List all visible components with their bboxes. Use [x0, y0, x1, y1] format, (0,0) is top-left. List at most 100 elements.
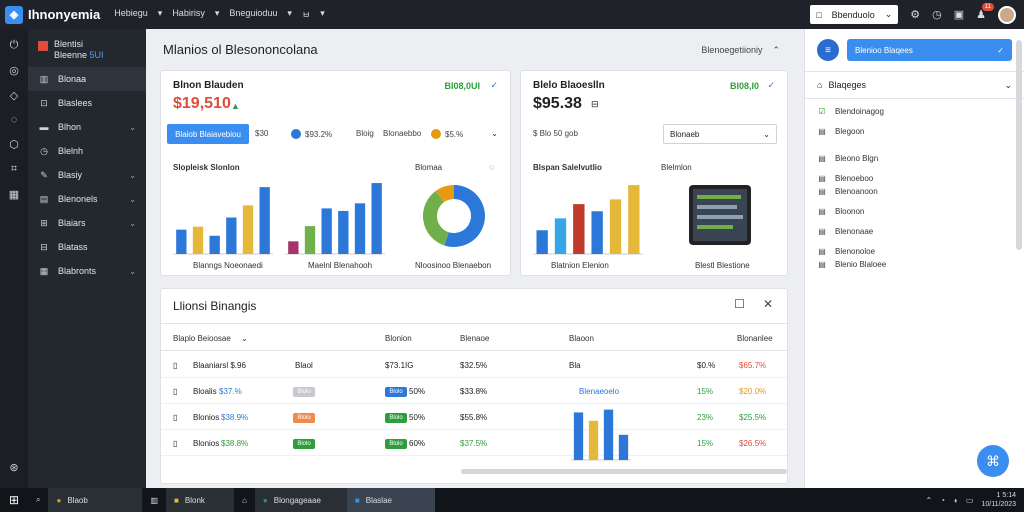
column-header[interactable]: Blaplo Beioosae [173, 334, 231, 343]
settings-icon[interactable]: ⚙ [910, 8, 920, 21]
table-row[interactable]: ▯ Blaaniarsl $.96 Blaol $73.1IG $32.5% B… [161, 352, 787, 378]
panel-item[interactable]: ▤ Blenonaae [805, 227, 885, 236]
table-row[interactable]: ▯ Bloalis $37.% Blolo Blolo 50% $33.8% B… [161, 378, 787, 404]
chip[interactable]: $5.% [431, 129, 463, 139]
taskbar-item-1[interactable]: ● Blaob [48, 488, 143, 512]
panel-item[interactable]: ▤ Blenonoloe [805, 247, 887, 256]
battery-icon[interactable]: ▭ [966, 496, 974, 505]
bar[interactable] [242, 205, 254, 254]
chart-icon[interactable]: ⌗ [11, 163, 17, 176]
chevron-down-icon[interactable]: ▾ [320, 8, 325, 21]
taskbar-item-4[interactable]: ■ Blaslae [346, 488, 435, 512]
gem-icon[interactable]: ◇ [10, 89, 18, 102]
card-action-button[interactable]: Blaiob Blaiavebiou [167, 124, 249, 144]
bar[interactable] [618, 434, 629, 460]
chevron-down-icon[interactable]: ⌄ [491, 129, 498, 138]
panel-item[interactable]: ▤ Bloonon [805, 207, 876, 216]
menu-item-2[interactable]: Habirisy [172, 8, 205, 21]
bar[interactable] [354, 203, 366, 254]
panel-scrollbar[interactable] [1016, 40, 1022, 250]
chip[interactable]: $93.2% [291, 129, 332, 139]
column-header[interactable]: Blonanlee [737, 334, 773, 343]
taskbar-item-2[interactable]: ■ Blonk [166, 488, 235, 512]
bar[interactable] [591, 211, 603, 254]
avatar[interactable] [998, 5, 1016, 24]
panel-item[interactable]: ▤ Blenoanoon [805, 187, 890, 196]
help-icon[interactable]: ⊛ [9, 461, 18, 474]
bar[interactable] [371, 183, 382, 254]
sidebar-item-1[interactable]: ▥ Blonaa [28, 67, 146, 91]
bar[interactable] [288, 241, 299, 254]
sidebar-item-5[interactable]: ✎ Blasiy ⌄ [28, 163, 146, 187]
bar[interactable] [209, 235, 220, 254]
chevron-up-icon[interactable]: ⌃ [926, 496, 933, 505]
column-header[interactable]: Blaoon [569, 334, 594, 343]
bar[interactable] [226, 217, 237, 254]
bar[interactable] [536, 230, 548, 254]
wifi-icon[interactable]: ◔ [940, 496, 945, 505]
bar[interactable] [321, 208, 332, 254]
panel-section-header[interactable]: ⌂ Blaqeges ⌄ [805, 71, 1024, 99]
row-checkbox[interactable]: ▯ [173, 439, 177, 448]
column-header[interactable]: Blenaoe [460, 334, 489, 343]
sidebar-item-2[interactable]: ⊡ Blaslees [28, 91, 146, 115]
bar[interactable] [573, 204, 585, 254]
bar[interactable] [192, 226, 204, 254]
globe-icon[interactable]: ◌ [11, 114, 18, 126]
taskbar-store-icon[interactable]: ⌂ [234, 488, 255, 512]
sidebar-item-3[interactable]: ▬ Blhon ⌄ [28, 115, 146, 139]
taskbar-search-icon[interactable]: ⌕ [28, 488, 48, 512]
clock-icon[interactable]: ◷ [932, 8, 942, 21]
search-select[interactable]: □ Bbenduolo ⌄ [810, 5, 899, 24]
shield-icon[interactable]: ⬡ [9, 138, 19, 151]
panel-item[interactable]: ☑ Blendoinagog [805, 107, 896, 116]
bar[interactable] [338, 210, 349, 254]
windows-start-icon[interactable]: ⊞ [0, 488, 28, 512]
tablet-thumbnail[interactable] [689, 185, 751, 245]
power-icon[interactable]: ⏻ [10, 39, 19, 52]
taskbar-explorer-icon[interactable]: ▥ [142, 488, 166, 512]
period-select[interactable]: Blonaeb ⌄ [663, 124, 777, 144]
row-checkbox[interactable]: ▯ [173, 361, 177, 370]
chip[interactable]: Bloig [356, 129, 374, 138]
close-icon[interactable]: ✕ [763, 297, 773, 311]
bar[interactable] [603, 409, 614, 460]
horizontal-scrollbar[interactable] [461, 469, 787, 474]
calendar-icon[interactable]: ▣ [954, 8, 964, 21]
table-row[interactable]: ▯ Blonios $38.9% Blolo Blolo 50% $55.8% … [161, 404, 787, 430]
info-icon[interactable]: ◌ [489, 163, 494, 172]
chip[interactable]: Blonaebbo [383, 129, 421, 138]
sidebar-item-7[interactable]: ⊞ Blaiars ⌄ [28, 211, 146, 235]
volume-icon[interactable]: ◖ [953, 496, 958, 505]
bar[interactable] [628, 185, 640, 254]
dashboard-icon[interactable]: ◎ [9, 64, 19, 77]
bar[interactable] [573, 412, 584, 460]
menu-item-3[interactable]: Bneguioduu [229, 8, 277, 21]
row-checkbox[interactable]: ▯ [173, 413, 177, 422]
panel-item[interactable]: ▤ Blenio Blaloee [805, 260, 898, 269]
sidebar-item-6[interactable]: ▤ Blenonels ⌄ [28, 187, 146, 211]
panel-item[interactable]: ▤ Blegoon [805, 127, 876, 136]
clock[interactable]: 1 5:14 10/11/2023 [981, 491, 1016, 509]
chevron-down-icon[interactable]: ⌄ [241, 334, 248, 343]
panel-item[interactable]: ▤ Bleono Blgn [805, 154, 890, 163]
grid-icon[interactable]: ▦ [9, 188, 19, 201]
filter-icon[interactable]: ≡ [817, 39, 839, 61]
bar[interactable] [259, 187, 270, 254]
bar[interactable] [588, 420, 599, 460]
crumb-link[interactable]: Blenoegetiioniy [701, 45, 762, 56]
bar[interactable] [554, 218, 567, 254]
panel-action-button[interactable]: Blenioo Blaqees ✓ [847, 39, 1012, 61]
bar[interactable] [609, 199, 622, 254]
sidebar-item-9[interactable]: ▦ Blabronts ⌄ [28, 259, 146, 283]
notification-icon[interactable]: ♟ 11 [976, 3, 994, 21]
panel-item[interactable]: ▤ Blenoeboo [805, 174, 885, 183]
expand-icon[interactable]: ☐ [734, 297, 745, 311]
row-checkbox[interactable]: ▯ [173, 387, 177, 396]
chevron-up-icon[interactable]: ⌃ [772, 45, 780, 56]
menu-item-4[interactable]: ㅂ [302, 8, 310, 21]
sidebar-item-4[interactable]: ◷ Blelnh [28, 139, 146, 163]
menu-item-1[interactable]: Hebiegu [114, 8, 148, 21]
column-header[interactable]: Blonion [385, 334, 412, 343]
taskbar-item-3[interactable]: ● Blongageaae [254, 488, 347, 512]
